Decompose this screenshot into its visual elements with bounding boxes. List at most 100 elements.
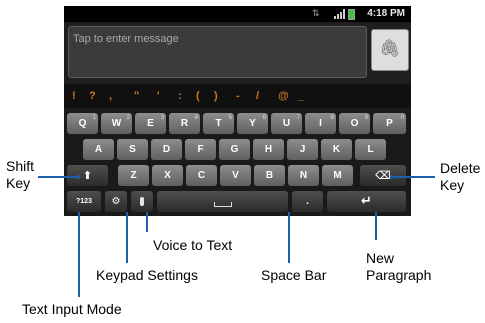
key-m[interactable]: M xyxy=(322,165,353,186)
symbol-key[interactable]: @ xyxy=(278,90,289,102)
key-k[interactable]: K xyxy=(321,139,352,160)
key-label: M xyxy=(333,170,342,181)
keyboard: Q1 W2 E3 R4 T5 Y6 U7 I8 O9 P0 A S D F G … xyxy=(64,108,411,216)
key-label: F xyxy=(197,144,204,155)
delete-key-callout xyxy=(392,176,435,178)
callout-dot xyxy=(390,175,394,179)
key-q[interactable]: Q1 xyxy=(67,113,98,134)
key-r[interactable]: R4 xyxy=(169,113,200,134)
symbol-key[interactable]: : xyxy=(178,90,182,102)
shift-arrow-icon: ⬆ xyxy=(82,169,93,182)
key-h[interactable]: H xyxy=(253,139,284,160)
key-label: V xyxy=(232,170,239,181)
key-label: X xyxy=(164,170,171,181)
status-time: 4:18 PM xyxy=(367,8,405,19)
key-alt-label: 9 xyxy=(364,115,368,121)
voice-to-text-callout xyxy=(146,212,148,232)
delete-key-text: Delete Key xyxy=(440,160,481,193)
key-label: D xyxy=(162,144,171,155)
key-l[interactable]: L xyxy=(355,139,386,160)
space-bar[interactable] xyxy=(157,191,288,212)
key-p[interactable]: P0 xyxy=(373,113,406,134)
key-label: ?123 xyxy=(76,198,92,205)
symbol-key[interactable]: / xyxy=(256,90,259,102)
key-alt-label: 3 xyxy=(160,115,164,121)
attach-button[interactable]: 🖇 xyxy=(371,29,409,71)
key-label: . xyxy=(306,196,309,207)
key-label: Y xyxy=(249,118,256,129)
new-paragraph-key[interactable]: ↵ xyxy=(327,191,406,212)
space-bar-callout xyxy=(288,212,290,263)
key-x[interactable]: X xyxy=(152,165,183,186)
key-label: O xyxy=(350,118,359,129)
key-f[interactable]: F xyxy=(185,139,216,160)
key-label: Z xyxy=(130,170,137,181)
key-label: E xyxy=(147,118,154,129)
key-y[interactable]: Y6 xyxy=(237,113,268,134)
key-b[interactable]: B xyxy=(254,165,285,186)
keypad-settings-label: Keypad Settings xyxy=(96,267,198,283)
voice-to-text-key[interactable] xyxy=(131,191,153,212)
key-alt-label: 7 xyxy=(296,115,300,121)
key-e[interactable]: E3 xyxy=(135,113,166,134)
key-label: N xyxy=(299,170,308,181)
symbol-key[interactable]: _ xyxy=(298,90,304,102)
key-alt-label: 4 xyxy=(194,115,198,121)
key-label: J xyxy=(299,144,306,155)
key-label: C xyxy=(197,170,206,181)
key-alt-label: 8 xyxy=(330,115,334,121)
space-icon xyxy=(213,201,232,207)
key-g[interactable]: G xyxy=(219,139,250,160)
key-a[interactable]: A xyxy=(83,139,114,160)
key-u[interactable]: U7 xyxy=(271,113,302,134)
new-paragraph-text: New Paragraph xyxy=(366,250,432,283)
new-paragraph-callout xyxy=(375,212,377,240)
key-label: B xyxy=(265,170,274,181)
backspace-icon: ⌫ xyxy=(375,169,391,182)
key-v[interactable]: V xyxy=(220,165,251,186)
symbol-suggestion-bar: ! ? , " ' : ( ) - / @ _ xyxy=(64,86,411,108)
key-label: S xyxy=(129,144,136,155)
symbol-key[interactable]: ? xyxy=(89,90,96,102)
key-i[interactable]: I8 xyxy=(305,113,336,134)
shift-key-label: Shift Key xyxy=(6,158,46,192)
phone-screen: ⇅ 4:18 PM Tap to enter message 🖇 ! ? , "… xyxy=(64,6,411,216)
symbol-key[interactable]: , xyxy=(109,90,112,102)
paperclip-icon: 🖇 xyxy=(379,39,401,59)
text-input-mode-key[interactable]: ?123 xyxy=(67,191,101,212)
message-placeholder: Tap to enter message xyxy=(73,33,179,45)
space-bar-label: Space Bar xyxy=(261,267,327,283)
delete-key-label: Delete Key xyxy=(440,160,480,194)
key-t[interactable]: T5 xyxy=(203,113,234,134)
message-input[interactable]: Tap to enter message xyxy=(68,26,367,78)
key-label: T xyxy=(215,118,222,129)
key-alt-label: 0 xyxy=(400,115,404,121)
key-z[interactable]: Z xyxy=(118,165,149,186)
key-alt-label: 2 xyxy=(126,115,130,121)
key-label: H xyxy=(264,144,273,155)
symbol-key[interactable]: ( xyxy=(196,90,200,102)
key-o[interactable]: O9 xyxy=(339,113,370,134)
key-d[interactable]: D xyxy=(151,139,182,160)
symbol-key[interactable]: " xyxy=(134,90,139,102)
callout-dot xyxy=(76,175,80,179)
period-key[interactable]: . xyxy=(292,191,323,212)
symbol-key[interactable]: ! xyxy=(72,90,76,102)
key-label: G xyxy=(230,144,239,155)
key-j[interactable]: J xyxy=(287,139,318,160)
symbol-key[interactable]: ' xyxy=(157,90,160,102)
key-label: I xyxy=(319,118,322,129)
symbol-key[interactable]: - xyxy=(236,90,240,102)
voice-to-text-label: Voice to Text xyxy=(153,237,233,253)
key-c[interactable]: C xyxy=(186,165,217,186)
enter-arrow-icon: ↵ xyxy=(361,194,372,209)
key-s[interactable]: S xyxy=(117,139,148,160)
key-w[interactable]: W2 xyxy=(101,113,132,134)
new-paragraph-label: New Paragraph xyxy=(366,250,431,284)
microphone-icon xyxy=(140,196,144,206)
symbol-key[interactable]: ) xyxy=(214,90,218,102)
key-n[interactable]: N xyxy=(288,165,319,186)
keypad-settings-key[interactable]: ⚙ xyxy=(105,191,127,212)
key-label: A xyxy=(94,144,103,155)
key-alt-label: 6 xyxy=(262,115,266,121)
